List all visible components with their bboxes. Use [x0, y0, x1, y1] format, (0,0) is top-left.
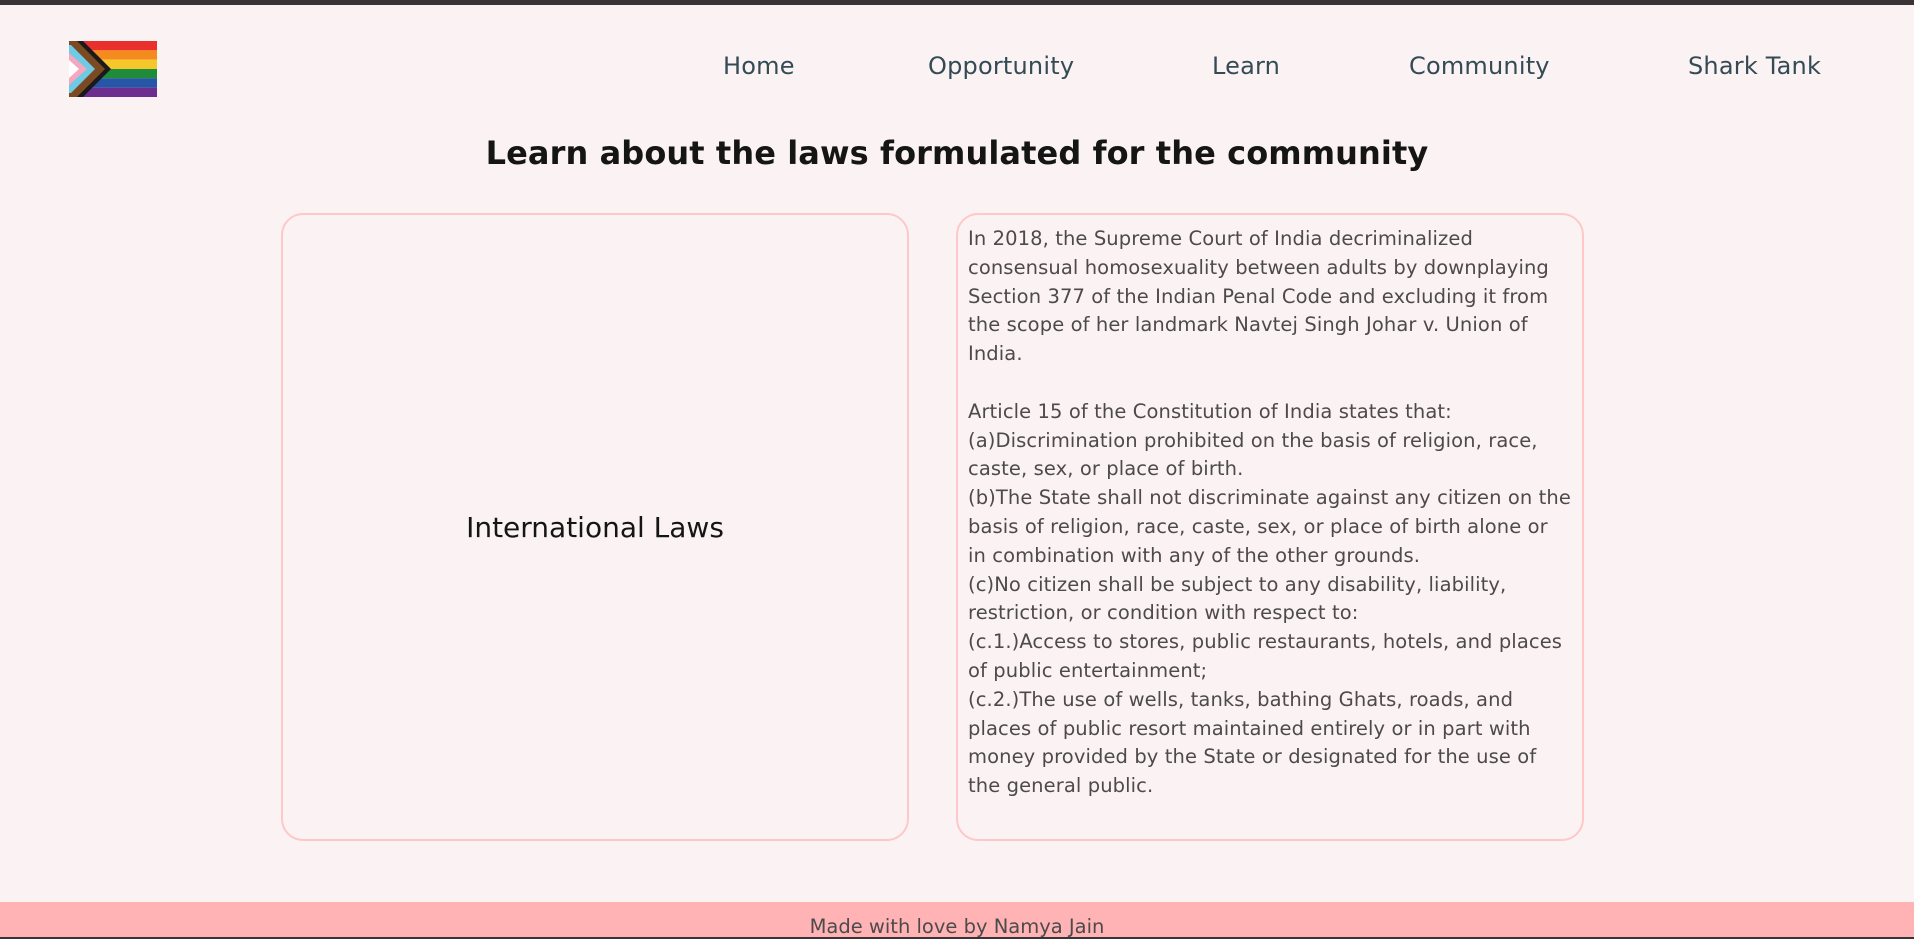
- nav-community-link[interactable]: Community: [1409, 52, 1550, 80]
- law-paragraph-section-377: In 2018, the Supreme Court of India decr…: [968, 227, 1549, 366]
- footer: Made with love by Namya Jain: [0, 902, 1914, 938]
- page-title: Learn about the laws formulated for the …: [485, 134, 1429, 172]
- nav-learn-link[interactable]: Learn: [1212, 52, 1280, 80]
- top-border: [0, 0, 1914, 5]
- article-15-clause-c: (c)No citizen shall be subject to any di…: [968, 572, 1507, 625]
- nav-home-link[interactable]: Home: [723, 52, 795, 80]
- article-15-clause-c2: (c.2.)The use of wells, tanks, bathing G…: [968, 687, 1537, 798]
- footer-credit: Made with love by Namya Jain: [809, 915, 1105, 938]
- law-text-block: In 2018, the Supreme Court of India decr…: [968, 225, 1572, 801]
- international-laws-card[interactable]: International Laws: [281, 213, 909, 841]
- international-laws-title: International Laws: [466, 510, 724, 544]
- main-nav: Home Opportunity Learn Community Shark T…: [0, 52, 1914, 86]
- article-15-intro: Article 15 of the Constitution of India …: [968, 399, 1452, 423]
- article-15-clause-c1: (c.1.)Access to stores, public restauran…: [968, 630, 1563, 682]
- nav-opportunity-link[interactable]: Opportunity: [928, 52, 1074, 80]
- article-15-clause-b: (b)The State shall not discriminate agai…: [968, 486, 1571, 567]
- indian-laws-card: In 2018, the Supreme Court of India decr…: [956, 213, 1584, 841]
- article-15-clause-a: (a)Discrimination prohibited on the basi…: [968, 428, 1538, 481]
- nav-shark-tank-link[interactable]: Shark Tank: [1688, 52, 1821, 80]
